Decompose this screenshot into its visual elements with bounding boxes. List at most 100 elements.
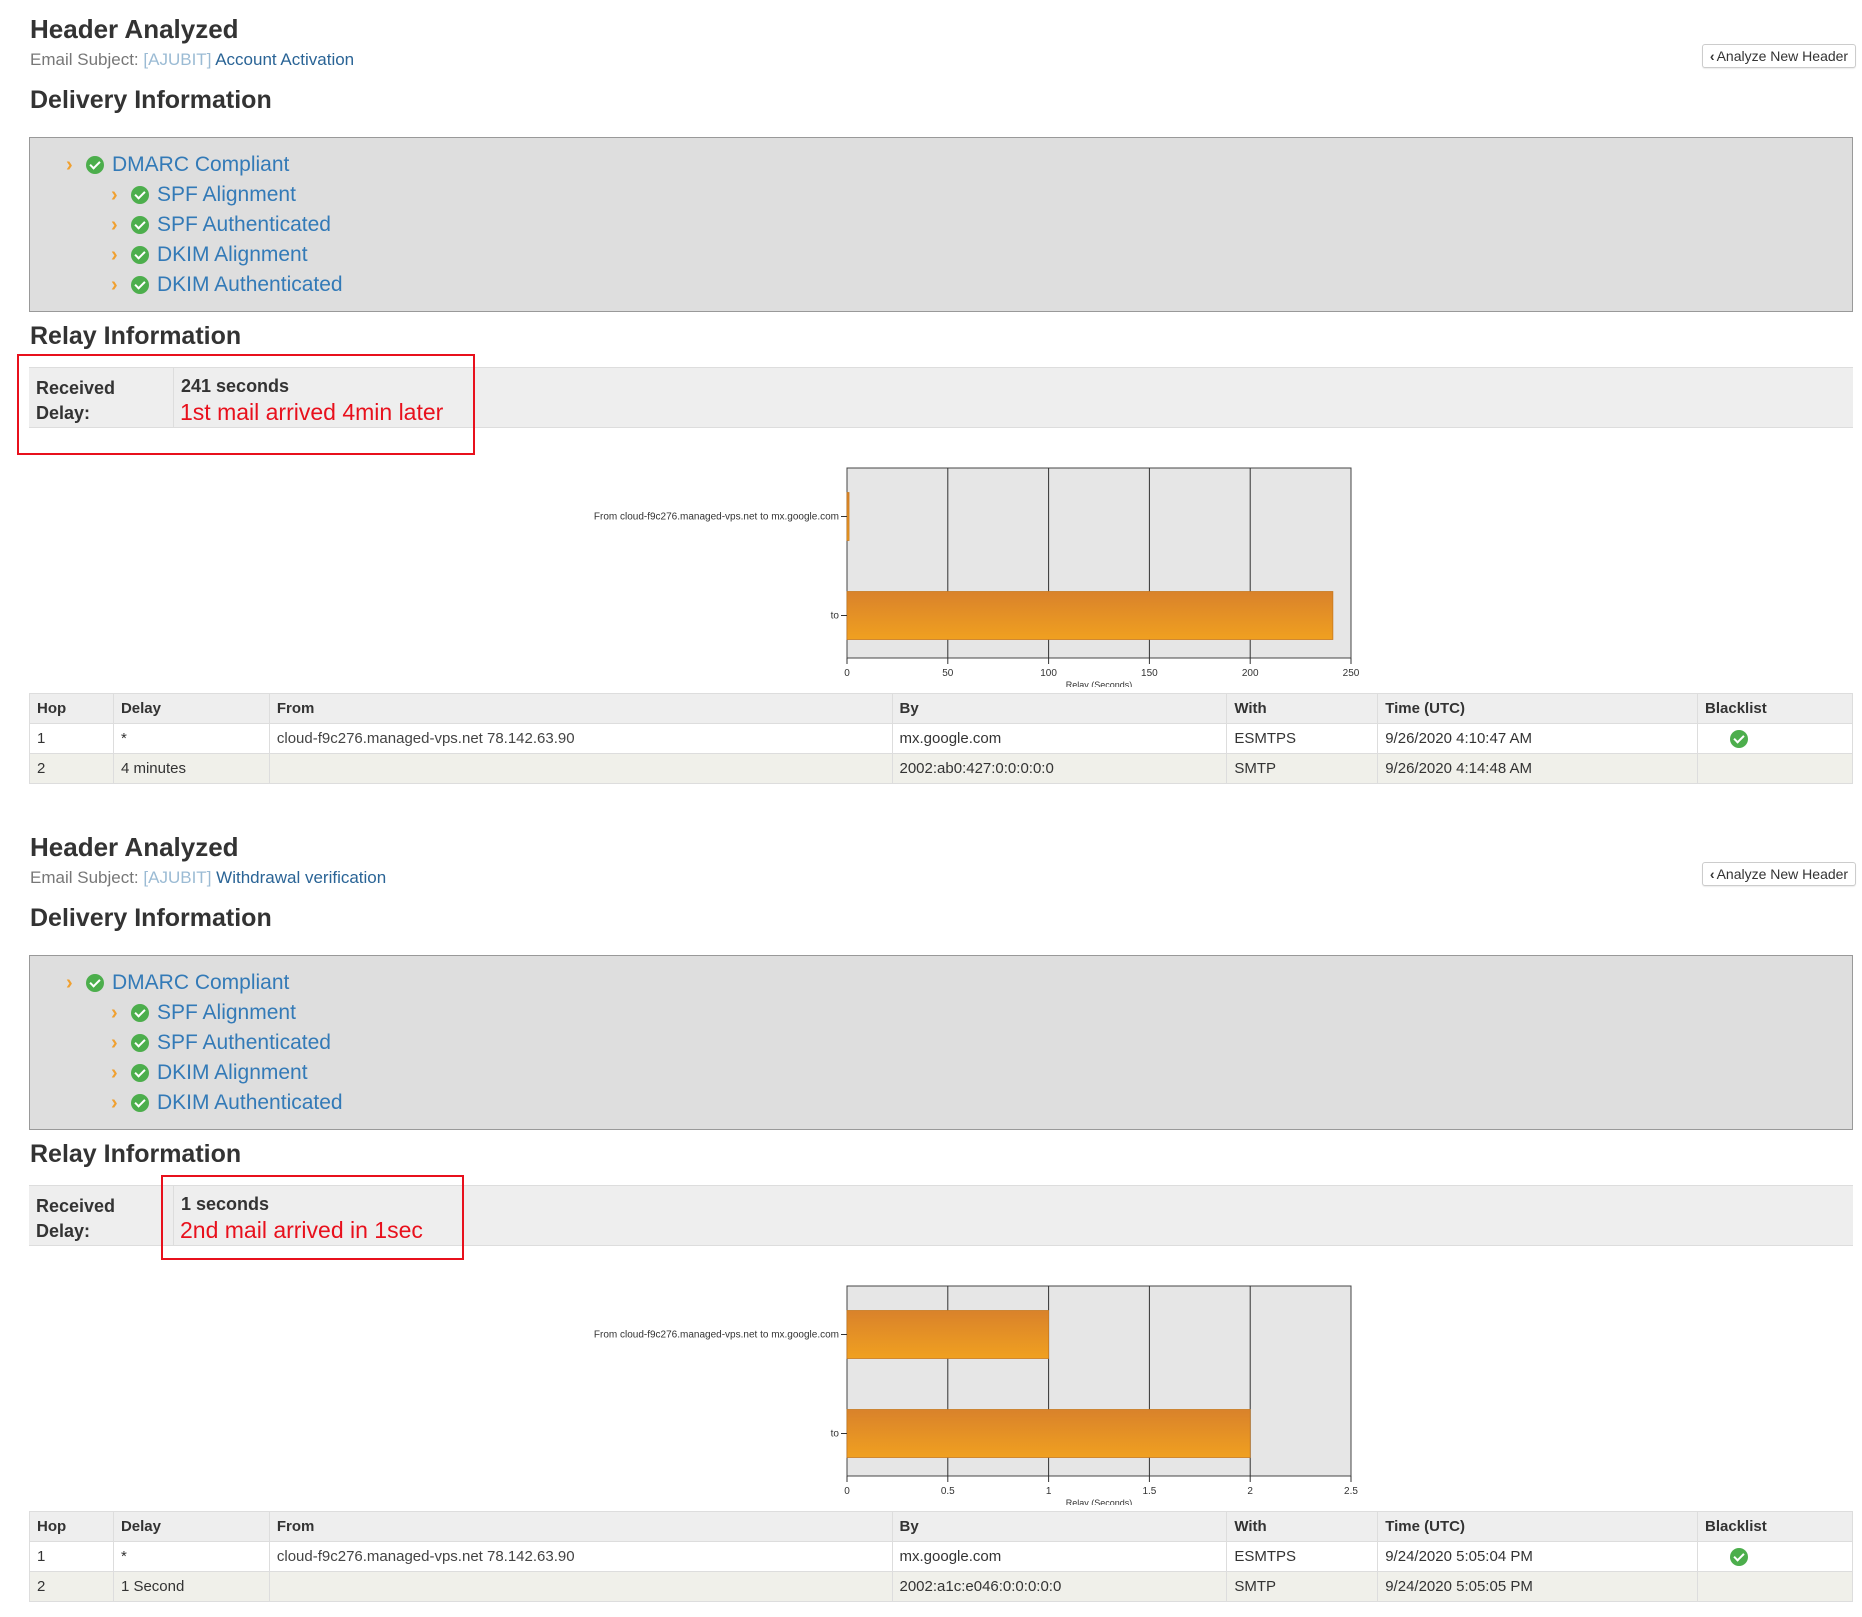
check-circle-icon xyxy=(131,1094,149,1112)
table-row: 1 * cloud-f9c276.managed-vps.net 78.142.63… xyxy=(29,1541,1853,1572)
check-circle-icon xyxy=(86,156,104,174)
x-axis-label: Relay (Seconds) xyxy=(1066,1498,1133,1505)
email-subject: Email Subject: [AJUBIT] Withdrawal verif… xyxy=(30,868,386,888)
chevron-right-icon: › xyxy=(111,1091,118,1114)
x-tick-label: 100 xyxy=(1040,668,1057,679)
column-header: With xyxy=(1226,1511,1379,1542)
check-label: DMARC Compliant xyxy=(112,971,290,994)
email-subject: Email Subject: [AJUBIT] Account Activati… xyxy=(30,50,354,70)
analyze-button-label: Analyze New Header xyxy=(1716,866,1849,882)
x-tick-label: 200 xyxy=(1242,668,1259,679)
cell-by: 2002:ab0:427:0:0:0:0:0 xyxy=(891,753,1228,784)
cell-hop: 2 xyxy=(29,1571,114,1602)
x-tick-label: 0 xyxy=(844,668,850,679)
delivery-heading: Delivery Information xyxy=(30,86,272,114)
chevron-right-icon: › xyxy=(111,1061,118,1084)
check-dkim-authenticated[interactable]: › DKIM Authenticated xyxy=(111,1090,343,1116)
cell-from xyxy=(268,1571,893,1602)
check-circle-icon xyxy=(131,186,149,204)
check-circle-icon xyxy=(131,1004,149,1022)
x-tick-label: 50 xyxy=(942,668,954,679)
column-header: Time (UTC) xyxy=(1377,1511,1699,1542)
check-label: DKIM Authenticated xyxy=(157,1091,343,1114)
check-dkim-alignment[interactable]: › DKIM Alignment xyxy=(111,242,308,268)
subject-text: Account Activation xyxy=(215,50,355,69)
cell-delay: 1 Second xyxy=(112,1571,270,1602)
check-dmarc[interactable]: › DMARC Compliant xyxy=(66,152,289,178)
check-circle-icon xyxy=(131,246,149,264)
hops-table: Hop Delay From By With Time (UTC) Blacklist 1 * c… xyxy=(29,693,1853,784)
check-spf-authenticated[interactable]: › SPF Authenticated xyxy=(111,212,331,238)
cell-time: 9/26/2020 4:10:47 AM xyxy=(1377,723,1699,754)
check-spf-alignment[interactable]: › SPF Alignment xyxy=(111,182,296,208)
cell-with: SMTP xyxy=(1226,1571,1379,1602)
annotation-box xyxy=(17,354,475,455)
check-dkim-authenticated[interactable]: › DKIM Authenticated xyxy=(111,272,343,298)
cell-blacklist xyxy=(1697,1571,1853,1602)
column-header: By xyxy=(891,693,1228,724)
cell-by: 2002:a1c:e046:0:0:0:0:0 xyxy=(891,1571,1228,1602)
y-tick-label: From cloud-f9c276.managed-vps.net to mx.… xyxy=(594,1330,839,1341)
subject-label: Email Subject: xyxy=(30,50,139,69)
x-tick-label: 0 xyxy=(844,1486,850,1497)
subject-text: Withdrawal verification xyxy=(216,868,387,887)
cell-delay: * xyxy=(112,1541,270,1572)
y-tick-label: to xyxy=(831,1429,840,1440)
chevron-right-icon: › xyxy=(66,153,73,176)
bar xyxy=(846,1310,1050,1359)
subject-redacted-tag: [AJUBIT] xyxy=(143,868,212,887)
x-tick-label: 1.5 xyxy=(1142,1486,1156,1497)
relay-heading: Relay Information xyxy=(30,322,242,350)
column-header: By xyxy=(891,1511,1228,1542)
annotation-box xyxy=(161,1175,464,1260)
delivery-checks-panel: › DMARC Compliant › SPF Alignment › SPF … xyxy=(29,955,1853,1130)
check-circle-icon xyxy=(86,974,104,992)
check-label: DMARC Compliant xyxy=(112,153,290,176)
chevron-left-icon: ‹ xyxy=(1709,48,1715,64)
chevron-right-icon: › xyxy=(111,1001,118,1024)
check-spf-authenticated[interactable]: › SPF Authenticated xyxy=(111,1030,331,1056)
cell-blacklist xyxy=(1697,1541,1853,1572)
cell-hop: 1 xyxy=(29,1541,114,1572)
relay-heading: Relay Information xyxy=(30,1140,242,1168)
cell-blacklist xyxy=(1697,753,1853,784)
x-tick-label: 150 xyxy=(1141,668,1158,679)
x-tick-label: 2 xyxy=(1247,1486,1253,1497)
x-tick-label: 2.5 xyxy=(1344,1486,1358,1497)
page-title: Header Analyzed xyxy=(30,832,239,862)
cell-with: ESMTPS xyxy=(1226,723,1379,754)
check-label: SPF Authenticated xyxy=(157,213,331,236)
cell-time: 9/24/2020 5:05:05 PM xyxy=(1377,1571,1699,1602)
check-circle-icon xyxy=(131,216,149,234)
check-label: DKIM Alignment xyxy=(157,243,308,266)
y-tick-label: From cloud-f9c276.managed-vps.net to mx.… xyxy=(594,512,839,523)
bar xyxy=(846,492,850,541)
x-tick-label: 1 xyxy=(1046,1486,1052,1497)
chevron-right-icon: › xyxy=(111,273,118,296)
chevron-right-icon: › xyxy=(111,213,118,236)
check-circle-icon xyxy=(131,1034,149,1052)
delivery-checks-panel: › DMARC Compliant › SPF Alignment › SPF … xyxy=(29,137,1853,312)
analyze-new-header-button[interactable]: ‹ Analyze New Header xyxy=(1702,44,1856,68)
analyze-new-header-button[interactable]: ‹ Analyze New Header xyxy=(1702,862,1856,886)
check-dkim-alignment[interactable]: › DKIM Alignment xyxy=(111,1060,308,1086)
column-header: Delay xyxy=(112,693,270,724)
chevron-right-icon: › xyxy=(66,971,73,994)
subject-label: Email Subject: xyxy=(30,868,139,887)
check-circle-icon xyxy=(1730,1547,1749,1566)
check-spf-alignment[interactable]: › SPF Alignment xyxy=(111,1000,296,1026)
relay-bar-chart: 0 0.5 1 1.5 2 2.5 From cloud-f9c276.managed-vp… xyxy=(594,1285,1358,1508)
page-title: Header Analyzed xyxy=(30,14,239,44)
cell-delay: * xyxy=(112,723,270,754)
check-label: SPF Alignment xyxy=(157,1001,296,1024)
table-row: 21 Second 2002:a1c:e046:0:0:0:0:0 SMTP 9/24… xyxy=(29,1571,1853,1602)
cell-blacklist xyxy=(1697,723,1853,754)
column-header: Blacklist xyxy=(1697,1511,1853,1542)
cell-from: cloud-f9c276.managed-vps.net 78.142.63.9… xyxy=(268,1541,893,1572)
y-tick-label: to xyxy=(831,611,840,622)
relay-chart: 0 0.5 1 1.5 2 2.5 From cloud-f9c276.managed-vp… xyxy=(540,1280,1360,1510)
relay-bar-chart: 0 50 100 150 200 250 From cloud-f9c276.managed… xyxy=(594,467,1360,690)
check-dmarc[interactable]: › DMARC Compliant xyxy=(66,970,289,996)
chevron-right-icon: › xyxy=(111,243,118,266)
cell-by: mx.google.com xyxy=(891,723,1228,754)
